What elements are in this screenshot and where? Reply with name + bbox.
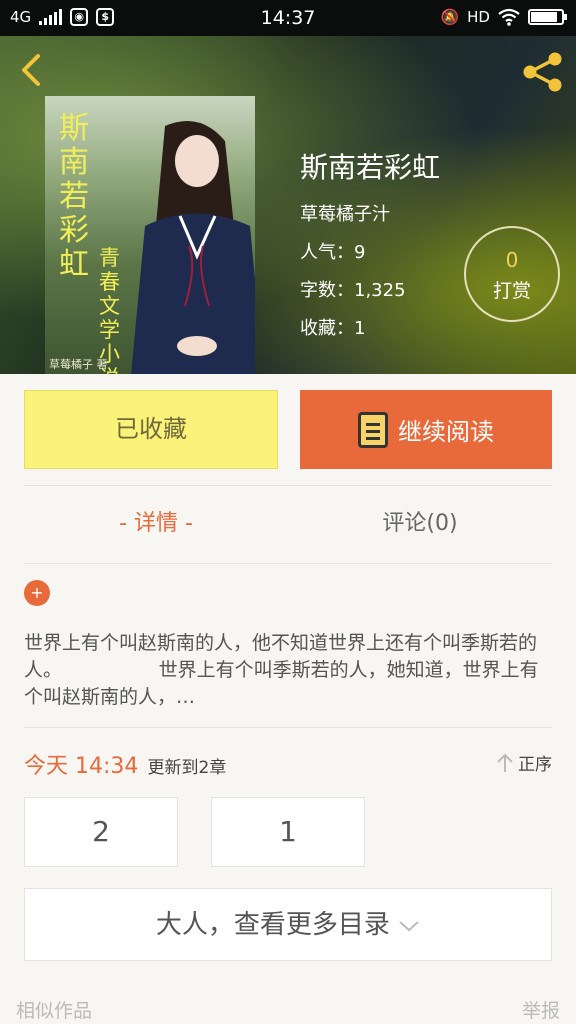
expand-synopsis-button[interactable]: + <box>24 580 50 606</box>
continue-reading-button[interactable]: 继续阅读 <box>300 390 552 469</box>
battery-icon <box>528 9 567 25</box>
sort-button[interactable]: 正序 <box>496 750 552 775</box>
similar-works-label[interactable]: 相似作品 <box>16 996 92 1023</box>
continue-reading-label: 继续阅读 <box>398 418 494 446</box>
book-word-count: 字数：1,325 <box>300 280 406 301</box>
tip-label: 打赏 <box>492 280 531 302</box>
chevron-down-icon <box>399 920 419 931</box>
sort-label: 正序 <box>518 755 552 775</box>
update-text: 更新到2章 <box>147 758 227 778</box>
share-button[interactable] <box>520 50 566 94</box>
cover-caption: 草莓橘子 著 <box>49 358 108 371</box>
divider <box>24 563 552 564</box>
book-title: 斯南若彩虹 <box>300 151 441 184</box>
book-synopsis: 世界上有个叫赵斯南的人，他不知道世界上还有个叫季斯若的人。 世界上有个叫季斯若的… <box>24 632 539 708</box>
book-author[interactable]: 草莓橘子汁 <box>300 200 440 226</box>
tab-comments[interactable]: 评论(0) <box>288 505 552 537</box>
wifi-icon <box>498 8 520 26</box>
tip-button[interactable]: 0 打赏 <box>464 226 560 322</box>
tab-detail[interactable]: - 详情 - <box>24 505 288 537</box>
collected-button[interactable]: 已收藏 <box>24 390 278 469</box>
chapter-item[interactable]: 2 <box>24 797 178 867</box>
arrow-up-icon <box>497 753 513 772</box>
cover-title-text: 斯南若彩虹 <box>59 111 89 282</box>
chapter-item[interactable]: 1 <box>211 797 365 867</box>
divider <box>24 727 552 728</box>
book-icon <box>358 411 388 448</box>
more-toc-label: 大人，查看更多目录 <box>155 910 390 940</box>
book-favorites: 收藏：1 <box>300 318 366 339</box>
update-time: 今天 14:34 <box>24 754 139 779</box>
report-button[interactable]: 举报 <box>522 996 560 1023</box>
update-row: 今天 14:34 更新到2章 正序 <box>24 748 552 779</box>
more-toc-button[interactable]: 大人，查看更多目录 <box>24 888 552 961</box>
book-cover[interactable]: 斯南若彩虹 青春文学小说 草莓橘子 著 <box>45 96 255 374</box>
mute-icon: 🔕 <box>440 8 460 26</box>
cover-illustration <box>131 121 255 374</box>
book-header: 斯南若彩虹 青春文学小说 草莓橘子 著 斯南若彩虹 草莓橘子汁 人气：9 字数：… <box>0 36 576 374</box>
hd-label: HD <box>467 8 490 26</box>
status-bar: 4G ◉ $ 14:37 🔕 HD <box>0 0 576 36</box>
back-button[interactable] <box>14 50 50 90</box>
divider <box>24 485 552 486</box>
book-info: 斯南若彩虹 草莓橘子汁 人气：9 字数：1,325 收藏：1 <box>300 146 440 352</box>
status-right: 🔕 HD <box>440 8 567 26</box>
tip-count: 0 <box>505 248 519 272</box>
book-popularity: 人气：9 <box>300 242 366 263</box>
cover-subtitle-text: 青春文学小说 <box>99 246 120 374</box>
